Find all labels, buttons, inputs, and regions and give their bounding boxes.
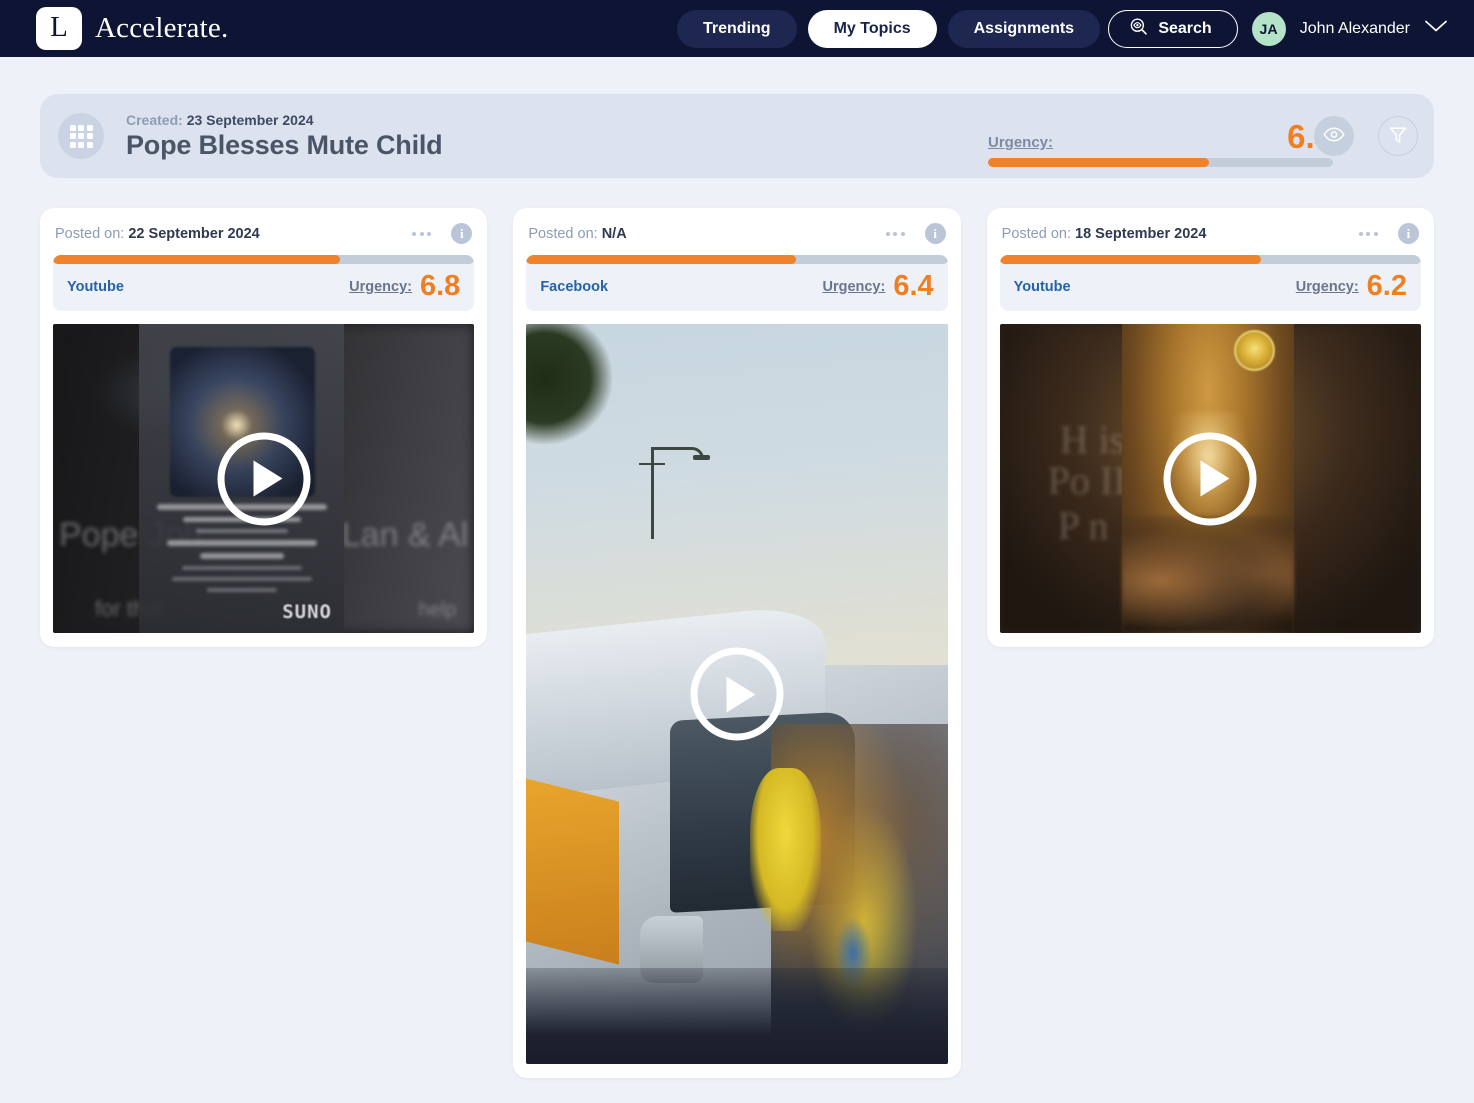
platform-label: Youtube <box>67 278 124 295</box>
card-urgency-value: 6.4 <box>893 270 934 302</box>
thumbnail-bottom-shadow <box>526 968 948 1065</box>
card-meta-row: Youtube Urgency: 6.8 <box>53 264 474 311</box>
platform-label: Youtube <box>1013 278 1071 295</box>
card-urgency-label[interactable]: Urgency: <box>349 279 412 295</box>
grid-icon <box>58 113 104 159</box>
card-top-row: Posted on: N/A i <box>526 221 947 244</box>
card-meta-block: Facebook Urgency: 6.4 <box>526 255 948 312</box>
card-urgency-bar-fill <box>53 255 340 264</box>
visibility-eye-button[interactable] <box>1314 116 1354 156</box>
more-options-icon[interactable] <box>885 231 905 236</box>
play-button[interactable] <box>690 647 784 741</box>
play-button[interactable] <box>1163 432 1257 526</box>
tab-my-topics[interactable]: My Topics <box>807 9 937 48</box>
posted-on-line: Posted on: N/A <box>528 226 626 242</box>
thumbnail-lamp-cross <box>639 463 666 466</box>
search-button[interactable]: Search <box>1108 9 1238 48</box>
card-urgency-group: Urgency: 6.2 <box>1296 270 1407 302</box>
card-urgency-bar <box>53 255 475 264</box>
thumbnail-lamp-pole <box>651 447 655 540</box>
posted-on-line: Posted on: 18 September 2024 <box>1002 226 1207 242</box>
post-card[interactable]: Posted on: 18 September 2024 i Youtube U… <box>986 208 1434 648</box>
thumb-overlay-right: Lan & Al <box>341 516 469 555</box>
thumbnail-brand-watermark: SUNO <box>282 601 332 624</box>
info-icon[interactable]: i <box>924 223 946 244</box>
thumbnail-lamp-head <box>693 455 711 461</box>
top-navigation-bar: L Accelerate. Trending My Topics Assignm… <box>0 0 1474 57</box>
nav-right-group: Search JA John Alexander <box>1108 0 1448 57</box>
card-urgency-bar <box>526 255 948 264</box>
card-meta-block: Youtube Urgency: 6.8 <box>53 255 475 312</box>
funnel-icon <box>1388 125 1408 148</box>
thumbnail-yellow-object <box>526 778 620 965</box>
post-card-list: Posted on: 22 September 2024 i Youtube U… <box>0 178 1474 1079</box>
primary-nav-tabs: Trending My Topics Assignments <box>677 0 1101 57</box>
posted-on-value: 22 September 2024 <box>128 225 260 242</box>
topic-urgency-bar <box>988 158 1333 168</box>
card-urgency-bar-fill <box>526 255 796 264</box>
topic-header-panel: Created: 23 September 2024 Pope Blesses … <box>40 94 1434 178</box>
thumb-overlay-bottom-right: help <box>418 599 457 622</box>
card-urgency-label[interactable]: Urgency: <box>1296 279 1359 295</box>
card-urgency-bar <box>999 255 1421 264</box>
card-top-row: Posted on: 22 September 2024 i <box>53 221 474 244</box>
card-urgency-group: Urgency: 6.8 <box>349 270 461 302</box>
page-title: Pope Blesses Mute Child <box>126 129 443 160</box>
posted-on-label: Posted on: <box>528 225 598 242</box>
card-urgency-group: Urgency: 6.4 <box>822 270 934 302</box>
info-icon[interactable]: i <box>451 223 473 244</box>
play-button[interactable] <box>217 432 311 526</box>
filter-button[interactable] <box>1378 116 1418 156</box>
eye-icon <box>1323 127 1345 145</box>
created-line: Created: 23 September 2024 <box>126 112 442 128</box>
brand-mark-icon: L <box>36 7 82 50</box>
thumbnail-tree-left <box>526 324 613 445</box>
username-label: John Alexander <box>1299 19 1410 37</box>
tab-trending[interactable]: Trending <box>677 9 797 48</box>
posted-on-label: Posted on: <box>55 225 125 242</box>
thumb-ghost-line-2: Po II <box>1047 458 1127 504</box>
search-button-label: Search <box>1158 19 1212 37</box>
posted-on-line: Posted on: 22 September 2024 <box>55 226 260 242</box>
search-eye-icon <box>1129 17 1148 41</box>
topic-urgency-meter: Urgency: 6.4 <box>988 120 1333 168</box>
video-thumbnail[interactable] <box>526 324 948 1065</box>
posted-on-label: Posted on: <box>1001 225 1071 242</box>
card-meta-block: Youtube Urgency: 6.2 <box>999 255 1421 312</box>
post-card[interactable]: Posted on: 22 September 2024 i Youtube U… <box>40 208 488 648</box>
tab-assignments[interactable]: Assignments <box>947 9 1101 48</box>
card-urgency-value: 6.8 <box>420 270 461 302</box>
card-urgency-value: 6.2 <box>1366 270 1407 302</box>
card-urgency-bar-fill <box>999 255 1261 264</box>
thumb-ghost-line-1: H is <box>1059 417 1126 463</box>
video-thumbnail[interactable]: H is Po II P n <box>999 324 1421 634</box>
video-thumbnail[interactable]: Pope Joh Lan & Al for that help SUNO <box>53 324 475 634</box>
thumbnail-congregation <box>1121 515 1294 634</box>
card-meta-row: Youtube Urgency: 6.2 <box>1000 264 1421 311</box>
more-options-icon[interactable] <box>1358 231 1378 236</box>
chevron-down-icon[interactable] <box>1424 19 1448 38</box>
more-options-icon[interactable] <box>412 231 432 236</box>
thumbnail-medallion <box>1233 330 1275 372</box>
posted-on-value: N/A <box>601 225 627 242</box>
post-card[interactable]: Posted on: N/A i Facebook Urgency: 6.4 <box>513 208 961 1079</box>
topic-urgency-bar-fill <box>988 158 1209 168</box>
topic-text-group: Created: 23 September 2024 Pope Blesses … <box>126 112 443 161</box>
brand-name-label: Accelerate. <box>95 12 229 44</box>
posted-on-value: 18 September 2024 <box>1075 225 1207 242</box>
card-top-row: Posted on: 18 September 2024 i <box>1000 221 1421 244</box>
brand-logo[interactable]: L Accelerate. <box>36 7 228 50</box>
topic-urgency-label[interactable]: Urgency: <box>988 134 1053 151</box>
card-meta-row: Facebook Urgency: 6.4 <box>526 264 947 311</box>
created-label: Created: <box>126 111 183 128</box>
thumbnail-child-yellow-shirt <box>749 768 822 931</box>
card-urgency-label[interactable]: Urgency: <box>822 279 885 295</box>
thumb-ghost-line-3: P n <box>1057 503 1109 549</box>
info-icon[interactable]: i <box>1397 223 1419 244</box>
avatar[interactable]: JA <box>1251 11 1286 46</box>
created-value: 23 September 2024 <box>186 111 314 128</box>
platform-label: Facebook <box>540 278 609 295</box>
